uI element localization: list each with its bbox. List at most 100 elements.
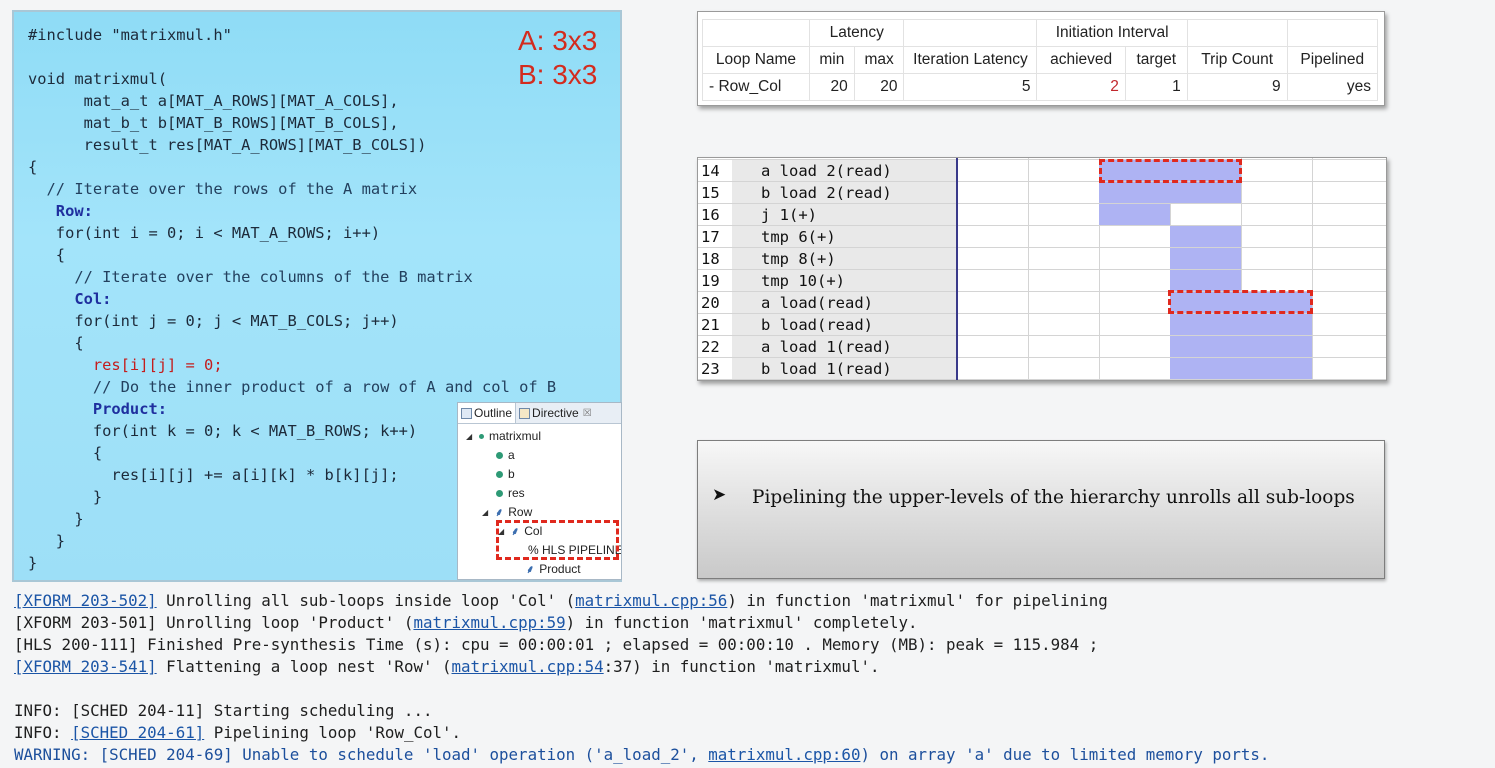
schedule-row[interactable]: 15 b load 2(read) [698, 182, 1386, 204]
tree-label-row: Row [508, 505, 533, 519]
log-text: Unrolling all sub-loops inside loop 'Col… [156, 591, 576, 610]
function-icon [479, 433, 484, 439]
grid-line [698, 379, 1386, 380]
tab-outline[interactable]: Outline [458, 403, 517, 423]
tree-item-b[interactable]: b [496, 465, 515, 483]
tree-label-product: Product [539, 562, 581, 576]
cell-trip-count: 9 [1186, 73, 1288, 101]
log-message-link[interactable]: [SCHED 204-61] [71, 723, 204, 742]
tree-item-product[interactable]: ⸙ Product [526, 560, 581, 578]
collapse-triangle-icon[interactable]: ◢ [466, 432, 474, 441]
log-text: ) in function 'matrixmul' for pipelining [727, 591, 1108, 610]
log-line-blank [14, 678, 1484, 700]
tree-item-matrixmul[interactable]: ◢ matrixmul [466, 427, 541, 445]
grid-line [698, 357, 1386, 358]
grid-line [698, 269, 1386, 270]
grid-line [698, 247, 1386, 248]
cell-max: 20 [853, 73, 905, 101]
grid-line [698, 203, 1386, 204]
col-header-target: target [1124, 46, 1188, 74]
code-line: // Iterate over the rows of the A matrix [28, 180, 418, 198]
loop-icon: ⸙ [495, 506, 504, 519]
table-cell [1186, 19, 1288, 47]
log-text: INFO: [14, 723, 72, 742]
row-number: 20 [701, 294, 720, 312]
source-file-link[interactable]: matrixmul.cpp:54 [452, 657, 604, 676]
operation-name: a load 1(read) [732, 336, 956, 358]
col-header-loop-name: Loop Name [702, 46, 810, 74]
table-cell [702, 19, 810, 47]
loop-icon: ⸙ [526, 563, 535, 576]
conflict-highlight-box [1099, 159, 1242, 183]
tree-item-a[interactable]: a [496, 446, 515, 464]
cell-loop-name: - Row_Col [702, 73, 810, 101]
dims-b-label: B: 3x3 [518, 59, 598, 90]
variable-icon [496, 489, 503, 497]
cell-target: 1 [1124, 73, 1188, 101]
log-line: INFO: [SCHED 204-11] Starting scheduling… [14, 701, 433, 720]
code-line: { [28, 158, 38, 176]
schedule-row[interactable]: 17 tmp 6(+) [698, 226, 1386, 248]
row-number: 18 [701, 250, 720, 268]
cell-min: 20 [809, 73, 855, 101]
code-line: for(int i = 0; i < MAT_A_ROWS; i++) [28, 224, 381, 242]
code-line: { [28, 334, 84, 352]
code-line: // Iterate over the columns of the B mat… [28, 268, 473, 286]
code-line: res[i][j] = 0; [28, 356, 223, 374]
log-line: [HLS 200-111] Finished Pre-synthesis Tim… [14, 635, 1099, 654]
log-message-link[interactable]: [XFORM 203-502] [14, 591, 157, 610]
log-text: ) in function 'matrixmul' completely. [565, 613, 918, 632]
operation-name: b load(read) [732, 314, 956, 336]
tree-label-a: a [508, 448, 515, 462]
code-line: #include "matrixmul.h" [28, 26, 232, 44]
row-number: 23 [701, 360, 720, 378]
ii-group-header: Initiation Interval [1036, 19, 1188, 47]
collapse-triangle-icon[interactable]: ◢ [482, 508, 490, 517]
latency-report: Latency Initiation Interval Loop Name mi… [697, 11, 1385, 106]
tab-directive-label: Directive [532, 406, 579, 420]
col-header-pipelined: Pipelined [1286, 46, 1379, 74]
schedule-row[interactable]: 18 tmp 8(+) [698, 248, 1386, 270]
schedule-row[interactable]: 16 j 1(+) [698, 204, 1386, 226]
code-panel: #include "matrixmul.h" void matrixmul( ma… [12, 10, 622, 582]
table-row[interactable]: - Row_Col 20 20 5 2 1 9 yes [702, 73, 1379, 101]
row-number: 14 [701, 162, 720, 180]
source-file-link[interactable]: matrixmul.cpp:60 [708, 745, 860, 764]
schedule-row[interactable]: 19 tmp 10(+) [698, 270, 1386, 292]
schedule-viewer: 14 a load 2(read) 15 b load 2(read) 16 j 1(+)… [697, 157, 1387, 381]
op-cell [1099, 204, 1170, 226]
matrix-dimensions: A: 3x3 B: 3x3 [518, 24, 597, 92]
close-tab-icon[interactable]: ☒ [583, 408, 592, 419]
code-line: mat_a_t a[MAT_A_ROWS][MAT_A_COLS], [28, 92, 399, 110]
cell-achieved: 2 [1036, 73, 1126, 101]
schedule-row[interactable]: 14 a load 2(read) [698, 160, 1386, 182]
code-line: { [28, 246, 66, 264]
code-line: // Do the inner product of a row of A an… [28, 378, 557, 396]
source-file-link[interactable]: matrixmul.cpp:56 [575, 591, 727, 610]
code-line: Col: [28, 290, 112, 308]
log-message-link[interactable]: [XFORM 203-541] [14, 657, 157, 676]
operation-name: b load 1(read) [732, 358, 956, 380]
tree-item-res[interactable]: res [496, 484, 525, 502]
note-text: Pipelining the upper-levels of the hiera… [752, 487, 1355, 508]
log-line: [XFORM 203-541] Flattening a loop nest '… [14, 656, 1484, 678]
source-file-link[interactable]: matrixmul.cpp:59 [413, 613, 565, 632]
table-group-header-row: Latency Initiation Interval [702, 19, 1379, 47]
outline-view: Outline Directive ☒ ◢ matrixmul a b res [457, 402, 622, 580]
row-number: 22 [701, 338, 720, 356]
tree-item-row[interactable]: ◢ ⸙ Row [482, 503, 532, 521]
tree-label-res: res [508, 486, 525, 500]
log-text: Pipelining loop 'Row_Col'. [204, 723, 462, 742]
row-number: 21 [701, 316, 720, 334]
code-line: result_t res[MAT_A_ROWS][MAT_B_COLS]) [28, 136, 427, 154]
operation-name: tmp 8(+) [732, 248, 956, 270]
conflict-highlight-box [1168, 290, 1313, 314]
operation-name: tmp 6(+) [732, 226, 956, 248]
log-line: [XFORM 203-501] Unrolling loop 'Product'… [14, 612, 1484, 634]
code-line: Row: [28, 202, 93, 220]
log-text: [XFORM 203-501] Unrolling loop 'Product'… [14, 613, 414, 632]
log-line: INFO: [SCHED 204-61] Pipelining loop 'Ro… [14, 722, 1484, 744]
op-cell [1170, 226, 1241, 292]
tab-directive[interactable]: Directive ☒ [516, 403, 595, 423]
